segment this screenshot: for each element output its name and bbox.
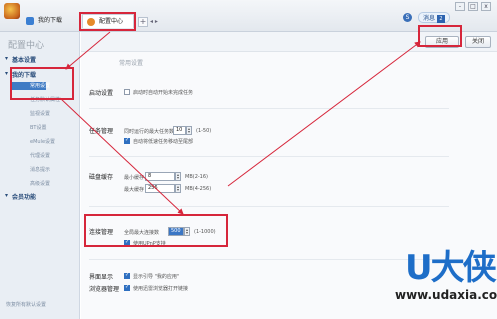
app-logo [4, 3, 20, 19]
download-icon [26, 17, 34, 25]
window-controls: - □ x [455, 2, 491, 11]
auto-move-slow-label: 自动将低速任务移动至尾部 [133, 139, 194, 145]
max-tasks-input[interactable]: 10 [173, 126, 186, 135]
max-cache-range: MB(4-256) [185, 186, 212, 192]
restore-defaults-link[interactable]: 恢复所有默认设置 [6, 301, 46, 308]
show-my-apps-checkbox[interactable] [124, 272, 130, 279]
min-cache-label: 最小缓存 [124, 175, 145, 181]
startup-auto-resume-checkbox[interactable] [124, 89, 130, 95]
min-cache-range: MB(2-16) [185, 174, 208, 180]
watermark-url: www.udaxia.com [395, 288, 497, 302]
annotation-box-sidebar [10, 67, 74, 100]
sidebar-item-bt[interactable]: BT设置 [30, 124, 47, 131]
message-count-badge: 2 [437, 15, 446, 23]
sidebar-item-monitor[interactable]: 监视设置 [30, 110, 50, 117]
show-my-apps-label: 显示引导 "我的应用" [133, 274, 180, 280]
divider [89, 108, 449, 109]
maximize-button[interactable]: □ [468, 2, 478, 11]
sidebar-item-proxy[interactable]: 代理设置 [30, 152, 50, 159]
sidebar-title: 配置中心 [8, 41, 45, 51]
max-tasks-range: (1-50) [196, 128, 212, 134]
tab-label: 我的下载 [38, 17, 63, 24]
max-tasks-label: 同时运行的最大任务数 [124, 129, 175, 135]
startup-auto-resume-label: 启动时自动开始未完成任务 [133, 90, 194, 96]
max-cache-label: 最大缓存 [124, 187, 145, 193]
minimize-button[interactable]: - [455, 2, 465, 11]
annotation-box-apply [418, 25, 462, 47]
message-button[interactable]: 消息 2 [418, 12, 451, 23]
sidebar-item-notifications[interactable]: 消息提示 [30, 166, 50, 173]
watermark-logo: U大侠 [405, 248, 497, 288]
annotation-box-connection [84, 214, 228, 247]
tab-my-downloads[interactable]: 我的下载 [22, 14, 68, 28]
disk-cache-title: 磁盘缓存 [89, 174, 114, 181]
tab-scroll-arrows[interactable]: ◂ ▸ [150, 18, 158, 25]
divider [89, 259, 449, 260]
min-cache-spinner[interactable]: ▴ ▾ [175, 172, 181, 181]
task-management-title: 任务管理 [89, 128, 114, 135]
auto-move-slow-checkbox[interactable] [124, 137, 130, 144]
max-cache-input[interactable]: 256 [145, 184, 175, 193]
divider [89, 206, 449, 207]
interface-display-title: 界面显示 [89, 274, 114, 281]
min-cache-input[interactable]: 8 [145, 172, 175, 181]
section-heading: 常用设置 [119, 60, 144, 67]
divider [89, 156, 449, 157]
sidebar-section-basic[interactable]: 基本设置 [5, 55, 36, 64]
max-tasks-spinner[interactable]: ▴ ▾ [186, 126, 192, 135]
sidebar-item-advanced[interactable]: 高级设置 [30, 180, 50, 187]
browser-open-label: 使用迅雷浏览器打开链接 [133, 286, 189, 292]
close-window-button[interactable]: x [481, 2, 491, 11]
skin-icon[interactable]: S [403, 13, 412, 22]
browser-management-title: 浏览器管理 [89, 286, 120, 293]
annotation-box-config-tab [79, 12, 136, 31]
browser-open-checkbox[interactable] [124, 284, 130, 291]
close-button[interactable]: 关闭 [465, 36, 491, 48]
message-label: 消息 [423, 15, 436, 22]
sidebar-item-emule[interactable]: eMule设置 [30, 138, 55, 145]
sidebar-section-vip[interactable]: 会员功能 [5, 192, 36, 201]
new-tab-button[interactable]: + [138, 17, 148, 27]
max-cache-spinner[interactable]: ▴ ▾ [175, 184, 181, 193]
startup-title: 启动设置 [89, 90, 114, 97]
